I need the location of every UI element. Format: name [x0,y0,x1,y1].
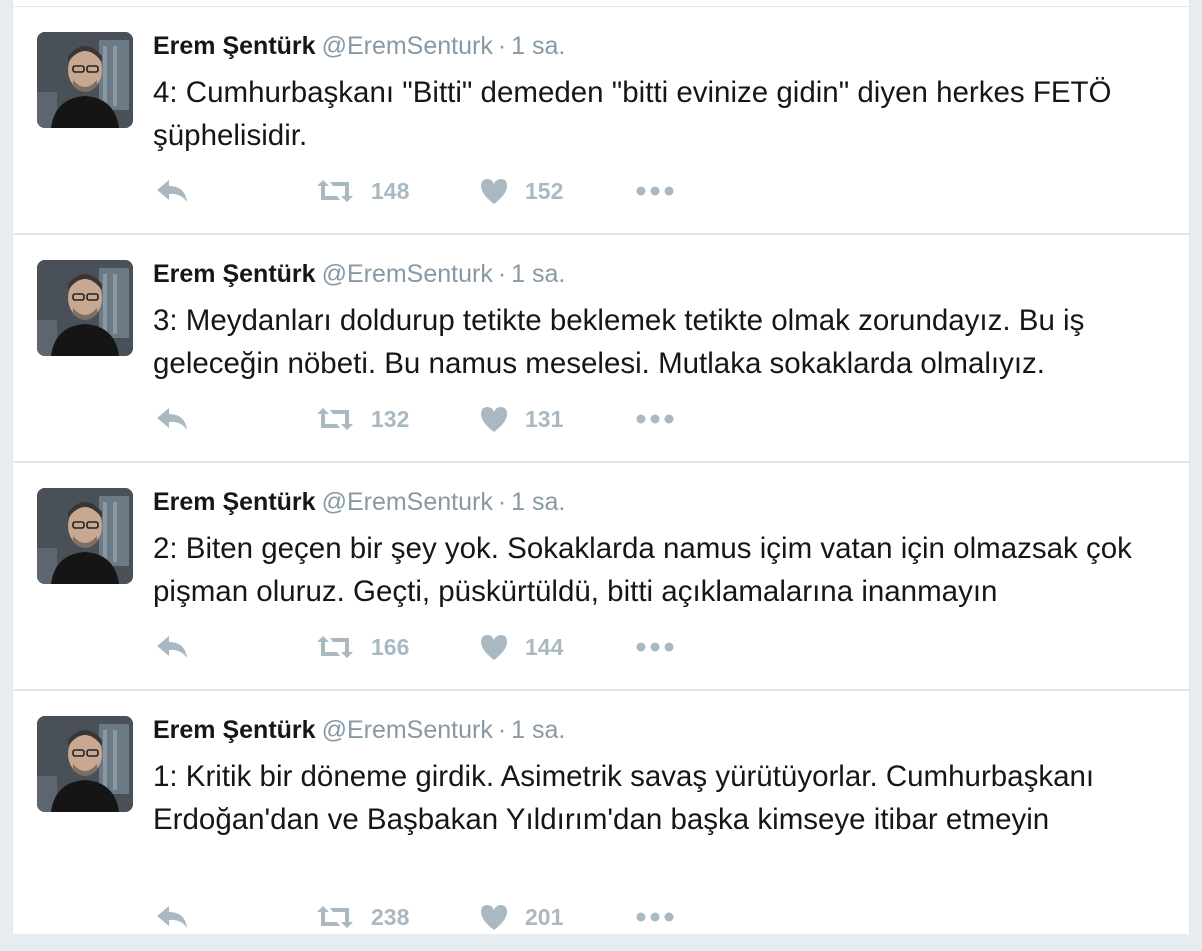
more-dots-icon [636,186,674,196]
heart-icon [481,179,507,204]
like-button[interactable]: 152 [479,176,563,206]
more-dots-icon [636,912,674,922]
retweet-count: 148 [371,177,410,204]
author-username[interactable]: @EremSenturk [322,716,493,744]
retweet-count: 132 [371,405,410,432]
reply-button[interactable] [155,404,189,434]
author-username[interactable]: @EremSenturk [322,260,493,288]
retweet-icon [317,636,353,658]
retweet-count: 238 [371,903,410,930]
like-count: 201 [525,903,564,930]
tweet-header: Erem Şentürk @EremSenturk · 1 sa. [153,715,565,745]
like-count: 144 [525,633,564,660]
retweet-icon [317,408,353,430]
reply-icon [157,180,187,202]
timestamp[interactable]: 1 sa. [511,32,565,60]
separator: · [497,716,507,744]
tweet[interactable]: Erem Şentürk @EremSenturk · 1 sa. 3: Meydan… [13,235,1189,463]
tweet-text: 3: Meydanları doldurup tetikte beklemek … [153,304,1085,380]
retweet-count: 166 [371,633,410,660]
like-button[interactable]: 201 [479,902,563,932]
retweet-button[interactable]: 166 [315,632,409,662]
retweet-button[interactable]: 148 [315,176,409,206]
heart-icon [481,407,507,432]
separator: · [497,32,507,60]
tweet-header: Erem Şentürk @EremSenturk · 1 sa. [153,31,565,61]
heart-icon [481,635,507,660]
tweet-actions: 132 131 [153,404,753,434]
reply-button[interactable] [155,902,189,932]
heart-icon [481,905,507,930]
more-dots-icon [636,414,674,424]
like-button[interactable]: 131 [479,404,563,434]
tweet-header: Erem Şentürk @EremSenturk · 1 sa. [153,259,565,289]
like-count: 131 [525,405,564,432]
like-button[interactable]: 144 [479,632,563,662]
more-button[interactable] [635,632,675,662]
author-username[interactable]: @EremSenturk [322,32,493,60]
more-button[interactable] [635,902,675,932]
retweet-icon [317,180,353,202]
reply-icon [157,408,187,430]
tweet[interactable]: Erem Şentürk @EremSenturk · 1 sa. 2: Biten … [13,463,1189,691]
separator: · [497,488,507,516]
more-dots-icon [636,642,674,652]
separator: · [497,260,507,288]
author-name[interactable]: Erem Şentürk [153,32,316,60]
tweet-actions: 148 152 [153,176,753,206]
tweet-text: 2: Biten geçen bir şey yok. Sokaklarda n… [153,532,1132,608]
tweet[interactable]: Erem Şentürk @EremSenturk · 1 sa. 1: Kritik… [13,691,1189,951]
more-button[interactable] [635,404,675,434]
author-username[interactable]: @EremSenturk [322,488,493,516]
timestamp[interactable]: 1 sa. [511,260,565,288]
timestamp[interactable]: 1 sa. [511,716,565,744]
reply-icon [157,906,187,928]
tweet-header: Erem Şentürk @EremSenturk · 1 sa. [153,487,565,517]
author-name[interactable]: Erem Şentürk [153,488,316,516]
reply-icon [157,636,187,658]
retweet-icon [317,906,353,928]
tweet[interactable]: Erem Şentürk @EremSenturk · 1 sa. 4: Cumhur… [13,7,1189,235]
avatar[interactable] [37,716,133,812]
author-name[interactable]: Erem Şentürk [153,260,316,288]
avatar[interactable] [37,260,133,356]
reply-button[interactable] [155,632,189,662]
reply-button[interactable] [155,176,189,206]
like-count: 152 [525,177,564,204]
avatar[interactable] [37,32,133,128]
tweet-text: 4: Cumhurbaşkanı "Bitti" demeden "bitti … [153,76,1112,152]
avatar[interactable] [37,488,133,584]
tweet-text: 1: Kritik bir döneme girdik. Asimetrik s… [153,760,1095,836]
retweet-button[interactable]: 238 [315,902,409,932]
tweet-actions: 166 144 [153,632,753,662]
more-button[interactable] [635,176,675,206]
timestamp[interactable]: 1 sa. [511,488,565,516]
tweet-actions: 238 201 [153,902,753,932]
author-name[interactable]: Erem Şentürk [153,716,316,744]
tweet-timeline: Erem Şentürk @EremSenturk · 1 sa. 4: Cumhur… [12,0,1190,934]
retweet-button[interactable]: 132 [315,404,409,434]
